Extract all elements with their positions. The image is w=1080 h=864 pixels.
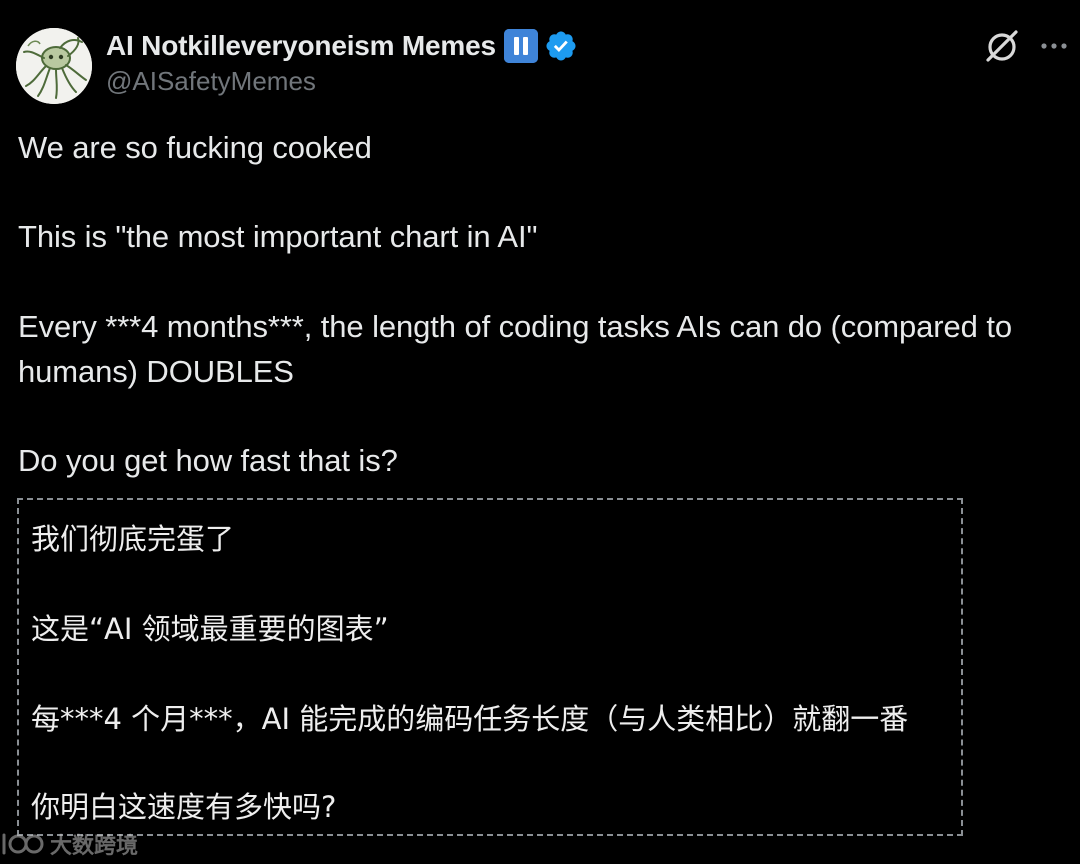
author-name-row: AI Notkilleveryoneism Memes xyxy=(106,26,578,66)
watermark: 大数跨境 xyxy=(0,826,138,862)
translation-box: 我们彻底完蛋了 这是“AI 领域最重要的图表” 每***4 个月***，AI 能… xyxy=(17,498,963,836)
tweet-text-line: humans) DOUBLES xyxy=(18,354,294,389)
pause-badge-icon xyxy=(503,29,538,63)
tweet-text-line: Do you get how fast that is? xyxy=(18,443,398,478)
translation-line: 每***4 个月***，AI 能完成的编码任务长度（与人类相比）就翻一番 xyxy=(31,702,909,736)
avatar[interactable] xyxy=(16,28,92,104)
author-display-name[interactable]: AI Notkilleveryoneism Memes xyxy=(106,30,496,62)
watermark-text: 大数跨境 xyxy=(50,834,139,859)
verified-badge-icon[interactable] xyxy=(544,29,578,63)
grok-icon[interactable] xyxy=(982,26,1022,66)
watermark-logo-icon xyxy=(2,833,44,855)
author-handle[interactable]: @AISafetyMemes xyxy=(106,66,316,97)
tweet-text-line: This is "the most important chart in AI" xyxy=(18,219,538,254)
more-icon[interactable] xyxy=(1036,28,1072,64)
translation-line: 你明白这速度有多快吗? xyxy=(31,790,337,824)
translation-line: 这是“AI 领域最重要的图表” xyxy=(31,612,389,646)
tweet-text-line: We are so fucking cooked xyxy=(18,130,372,165)
octopus-sketch-avatar-icon xyxy=(16,28,92,104)
tweet-text-line: Every ***4 months***, the length of codi… xyxy=(18,309,1012,344)
translation-line: 我们彻底完蛋了 xyxy=(31,522,235,556)
